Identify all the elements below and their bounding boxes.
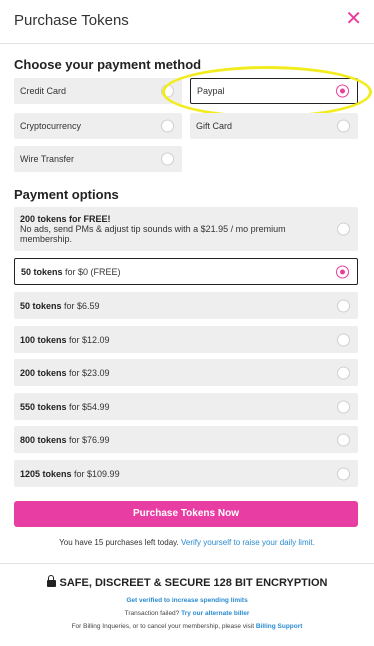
divider [0, 563, 374, 564]
radio-button[interactable] [337, 299, 350, 312]
token-option[interactable]: 800 tokens for $76.99 [14, 426, 358, 453]
security-banner: SAFE, DISCREET & SECURE 128 BIT ENCRYPTI… [0, 575, 374, 589]
verify-line: Get verified to increase spending limits [0, 597, 374, 604]
token-option-label: 800 tokens for $76.99 [20, 435, 110, 445]
token-price: for $109.99 [71, 468, 120, 479]
billing-line: For Billing Inqueries, or to cancel your… [0, 623, 374, 630]
purchase-limit-text: You have 15 purchases left today. Verify… [0, 538, 374, 547]
billing-text: For Billing Inqueries, or to cancel your… [71, 623, 255, 630]
token-price: for $23.09 [66, 367, 110, 378]
payment-method-label: Gift Card [196, 121, 233, 131]
payment-method-cryptocurrency[interactable]: Cryptocurrency [14, 113, 182, 139]
token-option-label: 200 tokens for $23.09 [20, 368, 110, 378]
token-option-label: 50 tokens for $6.59 [20, 301, 100, 311]
radio-button[interactable] [161, 152, 174, 166]
radio-button[interactable] [337, 366, 350, 379]
radio-button-selected[interactable] [336, 265, 349, 278]
token-option-label: 1205 tokens for $109.99 [20, 469, 120, 479]
token-amount: 100 tokens [20, 334, 67, 345]
payment-method-label: Credit Card [20, 86, 67, 96]
get-verified-link[interactable]: Get verified to increase spending limits [126, 597, 247, 604]
payment-method-credit-card[interactable]: Credit Card [14, 78, 182, 104]
payment-method-label: Cryptocurrency [20, 121, 82, 131]
radio-button[interactable] [337, 400, 350, 413]
payment-options-title: Payment options [14, 187, 119, 202]
billing-support-link[interactable]: Billing Support [256, 623, 303, 630]
promo-text: 200 tokens for FREE! No ads, send PMs & … [20, 214, 328, 244]
lock-icon [46, 575, 56, 587]
token-amount: 50 tokens [21, 266, 63, 277]
token-option[interactable]: 50 tokens for $0 (FREE) [14, 258, 358, 285]
verify-yourself-link[interactable]: Verify yourself to raise your daily limi… [181, 538, 315, 547]
radio-button[interactable] [337, 119, 350, 133]
transaction-failed-line: Transaction failed? Try our alternate bi… [0, 610, 374, 617]
payment-method-label: Wire Transfer [20, 154, 75, 164]
token-option[interactable]: 200 tokens for $23.09 [14, 359, 358, 386]
transaction-failed-text: Transaction failed? [124, 610, 180, 617]
purchases-left-text: You have 15 purchases left today. [59, 538, 179, 547]
payment-method-title: Choose your payment method [14, 57, 202, 72]
token-option-label: 100 tokens for $12.09 [20, 335, 110, 345]
token-option[interactable]: 1205 tokens for $109.99 [14, 460, 358, 487]
alternate-biller-link[interactable]: Try our alternate biller [181, 610, 249, 617]
token-option-label: 550 tokens for $54.99 [20, 402, 110, 412]
payment-method-wire-transfer[interactable]: Wire Transfer [14, 146, 182, 172]
radio-button[interactable] [337, 222, 350, 236]
close-icon[interactable]: ✕ [345, 6, 362, 31]
payment-method-gift-card[interactable]: Gift Card [190, 113, 358, 139]
token-option[interactable]: 50 tokens for $6.59 [14, 292, 358, 319]
token-option[interactable]: 100 tokens for $12.09 [14, 326, 358, 353]
token-option-label: 50 tokens for $0 (FREE) [21, 267, 121, 277]
token-price: for $76.99 [66, 434, 110, 445]
token-price: for $0 (FREE) [62, 266, 121, 277]
radio-button[interactable] [337, 433, 350, 446]
security-title: SAFE, DISCREET & SECURE 128 BIT ENCRYPTI… [59, 577, 328, 589]
radio-button[interactable] [161, 119, 174, 133]
promo-headline: 200 tokens for FREE! [20, 214, 111, 224]
radio-button[interactable] [337, 467, 350, 480]
highlight-annotation [162, 66, 372, 118]
token-price: for $6.59 [61, 300, 100, 311]
token-amount: 800 tokens [20, 434, 67, 445]
token-amount: 1205 tokens [20, 468, 72, 479]
premium-promo-option[interactable]: 200 tokens for FREE! No ads, send PMs & … [14, 207, 358, 251]
dialog-title: Purchase Tokens [14, 12, 129, 29]
purchase-tokens-button[interactable]: Purchase Tokens Now [14, 501, 358, 527]
token-amount: 550 tokens [20, 401, 67, 412]
token-price: for $54.99 [66, 401, 110, 412]
token-price: for $12.09 [66, 334, 110, 345]
dialog-header: Purchase Tokens ✕ [0, 0, 374, 44]
radio-button[interactable] [337, 333, 350, 346]
promo-description: No ads, send PMs & adjust tip sounds wit… [20, 224, 286, 244]
token-amount: 200 tokens [20, 367, 67, 378]
token-amount: 50 tokens [20, 300, 62, 311]
token-option[interactable]: 550 tokens for $54.99 [14, 393, 358, 420]
